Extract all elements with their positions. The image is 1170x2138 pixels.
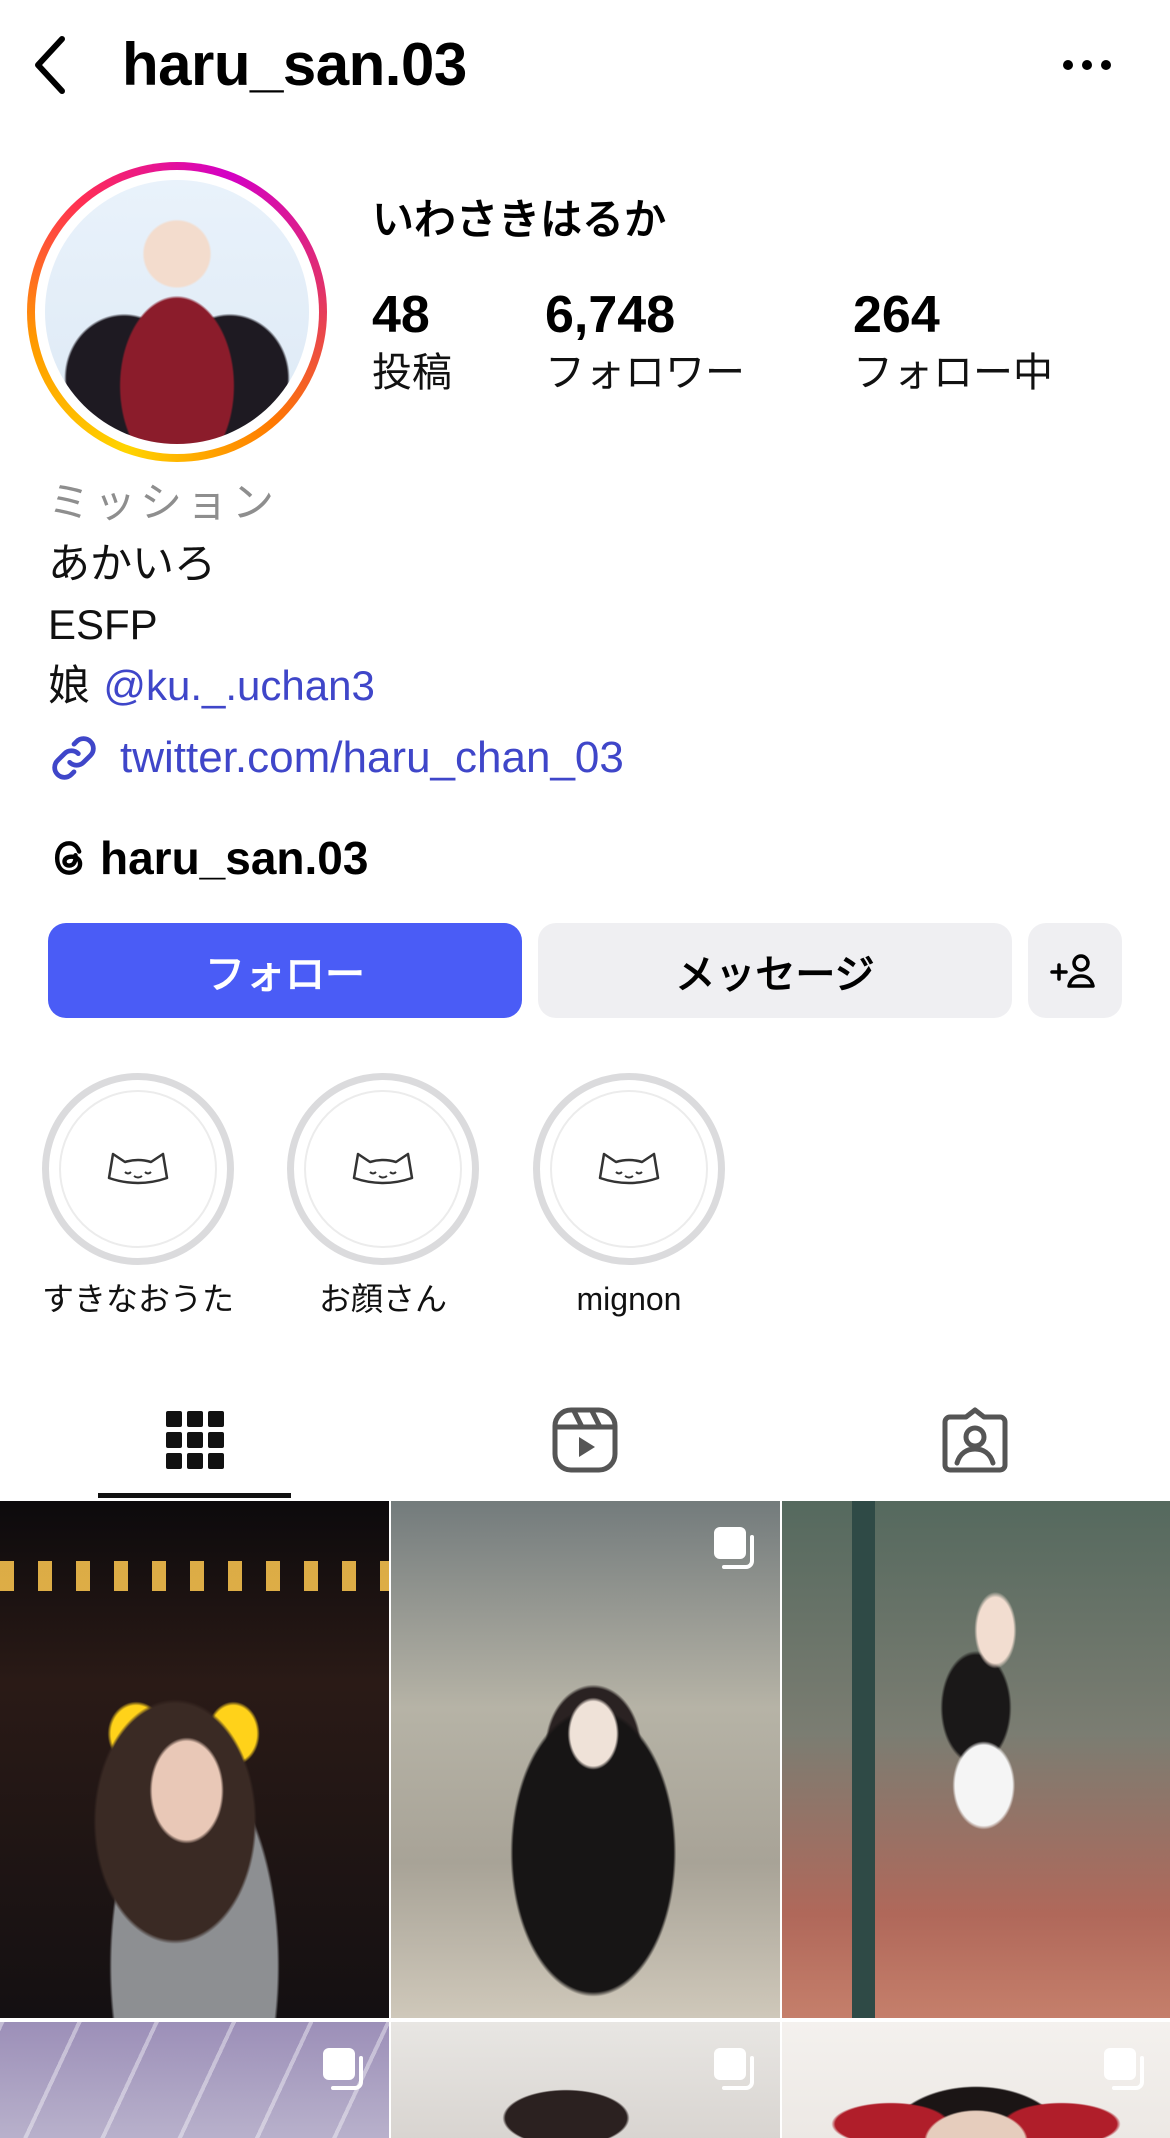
- post-thumbnail[interactable]: [0, 1501, 389, 2018]
- posts-count: 48: [372, 286, 430, 344]
- threads-icon: [54, 841, 83, 875]
- tab-tagged[interactable]: [780, 1380, 1170, 1500]
- external-link[interactable]: twitter.com/haru_chan_03: [48, 728, 624, 788]
- post-thumbnail[interactable]: [0, 2022, 389, 2138]
- profile-tabs: [0, 1380, 1170, 1500]
- following-count: 264: [853, 286, 940, 344]
- carousel-icon: [323, 2048, 363, 2090]
- post-thumbnail[interactable]: [782, 1501, 1170, 2018]
- reels-icon: [552, 1407, 618, 1473]
- threads-badge[interactable]: haru_san.03: [48, 828, 368, 888]
- story-highlight[interactable]: mignon: [504, 1073, 754, 1323]
- more-options-button[interactable]: [1052, 45, 1122, 85]
- tab-posts-grid[interactable]: [0, 1380, 390, 1500]
- bio-line: ESFP: [48, 601, 158, 648]
- bio: ミッション あかいろ ESFP 娘 @ku._.uchan3: [48, 472, 375, 716]
- followers-count: 6,748: [545, 286, 676, 344]
- display-name: いわさきはるか: [372, 195, 667, 244]
- follow-button[interactable]: フォロー: [48, 923, 522, 1018]
- post-thumbnail[interactable]: [391, 2022, 780, 2138]
- chevron-left-icon: [35, 36, 65, 94]
- bio-relation-line: 娘 @ku._.uchan3: [48, 655, 375, 716]
- highlight-label: お顔さん: [318, 1280, 447, 1318]
- message-button[interactable]: メッセージ: [538, 923, 1012, 1018]
- avatar: [45, 180, 309, 444]
- back-button[interactable]: [20, 30, 80, 100]
- top-bar: haru_san.03: [0, 0, 1170, 130]
- suggested-users-button[interactable]: [1028, 923, 1122, 1018]
- bio-mention-link[interactable]: @ku._.uchan3: [103, 662, 374, 709]
- following-label: フォロー中: [853, 350, 1053, 396]
- bio-relation-prefix: 娘: [48, 661, 104, 710]
- posts-stat: 48 投稿: [372, 285, 452, 401]
- carousel-icon: [1104, 2048, 1144, 2090]
- page-title: haru_san.03: [122, 31, 467, 98]
- tab-reels[interactable]: [390, 1380, 780, 1500]
- threads-username: haru_san.03: [100, 832, 369, 884]
- carousel-icon: [714, 1527, 754, 1569]
- following-stat[interactable]: 264 フォロー中: [853, 285, 1053, 401]
- external-link-text: twitter.com/haru_chan_03: [120, 733, 624, 782]
- avatar-story-ring[interactable]: [27, 162, 327, 462]
- post-thumbnail[interactable]: [782, 2022, 1170, 2138]
- story-highlight[interactable]: お顔さん: [258, 1073, 508, 1323]
- posts-label: 投稿: [372, 350, 452, 396]
- bio-line: あかいろ: [48, 539, 217, 588]
- cat-face-icon: [107, 1152, 169, 1185]
- tagged-icon: [942, 1407, 1008, 1473]
- add-person-icon: [1050, 953, 1095, 988]
- cat-face-icon: [352, 1152, 414, 1185]
- more-icon: [1063, 60, 1111, 70]
- cat-face-icon: [598, 1152, 660, 1185]
- followers-stat[interactable]: 6,748 フォロワー: [545, 285, 745, 401]
- story-highlight[interactable]: すきなおうた: [13, 1073, 263, 1323]
- highlight-label: すきなおうた: [41, 1280, 234, 1318]
- followers-label: フォロワー: [545, 350, 745, 396]
- profile-category: ミッション: [48, 478, 279, 527]
- posts-grid: [0, 1501, 1170, 2138]
- carousel-icon: [714, 2048, 754, 2090]
- post-thumbnail[interactable]: [391, 1501, 780, 2018]
- highlight-label: mignon: [576, 1281, 682, 1317]
- link-icon: [52, 736, 96, 780]
- active-tab-indicator: [98, 1493, 291, 1498]
- grid-icon: [166, 1411, 224, 1469]
